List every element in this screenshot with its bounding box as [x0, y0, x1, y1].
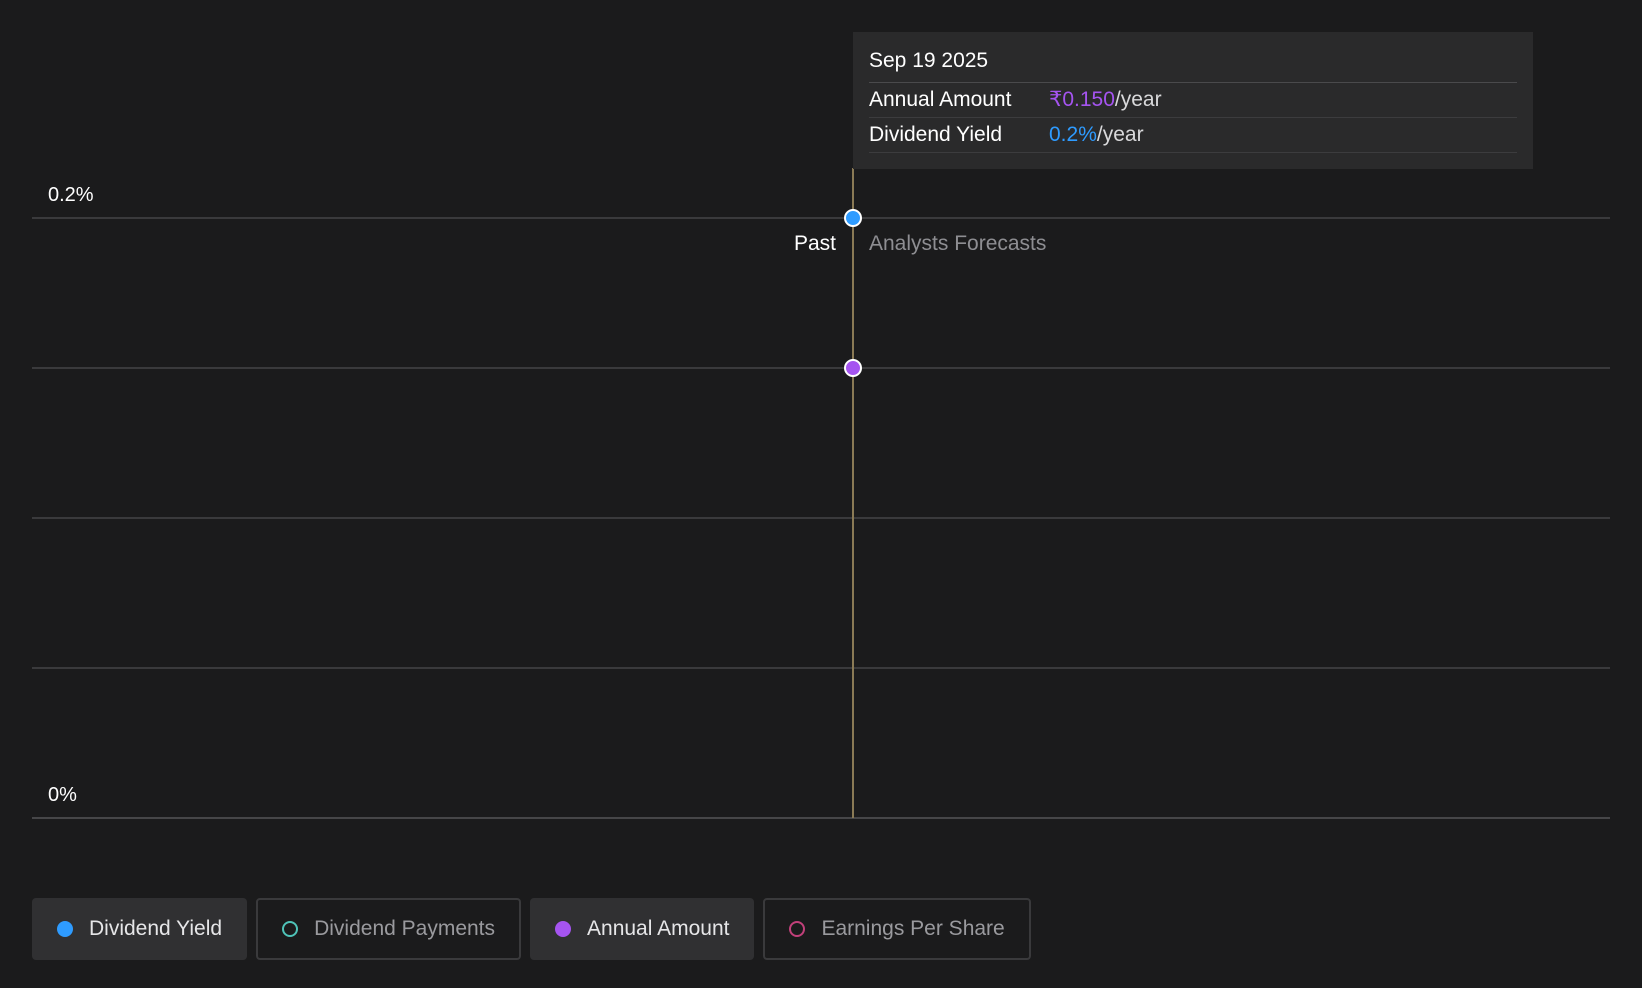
chart-tooltip: Sep 19 2025 Annual Amount ₹0.150/year Di… — [853, 32, 1533, 169]
tooltip-row-label: Annual Amount — [869, 88, 1012, 111]
tooltip-date: Sep 19 2025 — [869, 46, 1517, 83]
data-point-dividend-yield[interactable] — [844, 209, 862, 227]
y-tick-bottom: 0% — [48, 784, 77, 806]
legend-label: Earnings Per Share — [821, 917, 1005, 940]
tooltip-value-unit: /year — [1096, 123, 1144, 146]
legend-earnings-per-share[interactable]: Earnings Per Share — [763, 898, 1031, 960]
tooltip-value-unit: /year — [1114, 88, 1162, 111]
legend-label: Annual Amount — [587, 917, 730, 940]
legend-label: Dividend Yield — [89, 917, 223, 940]
tooltip-value-number: 0.2% — [1049, 123, 1097, 146]
earnings-per-share-ring-icon — [789, 921, 806, 937]
grid-lines — [32, 217, 1610, 819]
tooltip-value-number: ₹0.150 — [1049, 88, 1115, 111]
legend-dividend-payments[interactable]: Dividend Payments — [256, 898, 522, 960]
chart-legend: Dividend Yield Dividend Payments Annual … — [32, 898, 1031, 960]
past-label: Past — [794, 232, 836, 255]
dividend-payments-ring-icon — [282, 921, 299, 937]
forecast-label: Analysts Forecasts — [869, 232, 1046, 255]
tooltip-row-annual-amount: Annual Amount ₹0.150/year — [869, 83, 1517, 118]
tooltip-row-value: ₹0.150/year — [1049, 83, 1162, 117]
tooltip-row-label: Dividend Yield — [869, 123, 1003, 146]
tooltip-row-dividend-yield: Dividend Yield 0.2%/year — [869, 118, 1517, 153]
tooltip-row-value: 0.2%/year — [1049, 118, 1144, 152]
y-tick-top: 0.2% — [48, 184, 94, 206]
annual-amount-dot-icon — [555, 921, 572, 937]
legend-label: Dividend Payments — [314, 917, 496, 940]
legend-dividend-yield[interactable]: Dividend Yield — [32, 898, 248, 960]
data-point-annual-amount[interactable] — [844, 359, 862, 377]
legend-annual-amount[interactable]: Annual Amount — [530, 898, 755, 960]
dividend-yield-dot-icon — [57, 921, 73, 937]
